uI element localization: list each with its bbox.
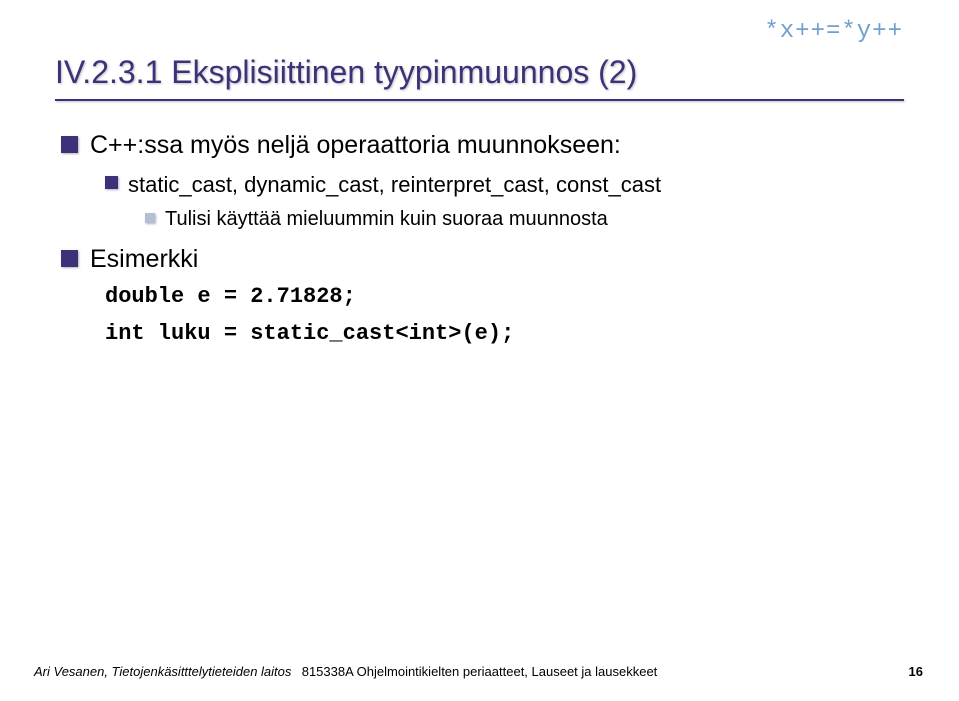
square-bullet-icon [145, 213, 155, 223]
bullet-level3: Tulisi käyttää mieluummin kuin suoraa mu… [139, 205, 904, 233]
bullet-level2: static_cast, dynamic_cast, reinterpret_c… [99, 169, 904, 201]
code-line: int luku = static_cast<int>(e); [105, 319, 904, 350]
bullet-text: Tulisi käyttää mieluummin kuin suoraa mu… [165, 205, 608, 233]
footer-author: Ari Vesanen, Tietojenkäsitttelytieteiden… [34, 664, 291, 679]
square-bullet-icon [61, 136, 78, 153]
slide-footer: Ari Vesanen, Tietojenkäsitttelytieteiden… [0, 664, 959, 679]
square-bullet-icon [105, 176, 118, 189]
slide-title: IV.2.3.1 Eksplisiittinen tyypinmuunnos (… [55, 54, 904, 91]
code-line: double e = 2.71828; [105, 282, 904, 313]
bullet-text: Esimerkki [90, 243, 198, 277]
bullet-level1: C++:ssa myös neljä operaattoria muunnoks… [55, 129, 904, 163]
footer-page-number: 16 [909, 664, 923, 679]
slide-body: C++:ssa myös neljä operaattoria muunnoks… [55, 129, 904, 350]
title-divider [55, 99, 904, 101]
code-annotation: *x++=*y++ [764, 18, 903, 45]
slide: *x++=*y++ IV.2.3.1 Eksplisiittinen tyypi… [0, 0, 959, 701]
bullet-text: C++:ssa myös neljä operaattoria muunnoks… [90, 129, 621, 163]
bullet-level1: Esimerkki [55, 243, 904, 277]
bullet-text: static_cast, dynamic_cast, reinterpret_c… [128, 169, 661, 201]
footer-course: 815338A Ohjelmointikielten periaatteet, … [302, 664, 658, 679]
square-bullet-icon [61, 250, 78, 267]
